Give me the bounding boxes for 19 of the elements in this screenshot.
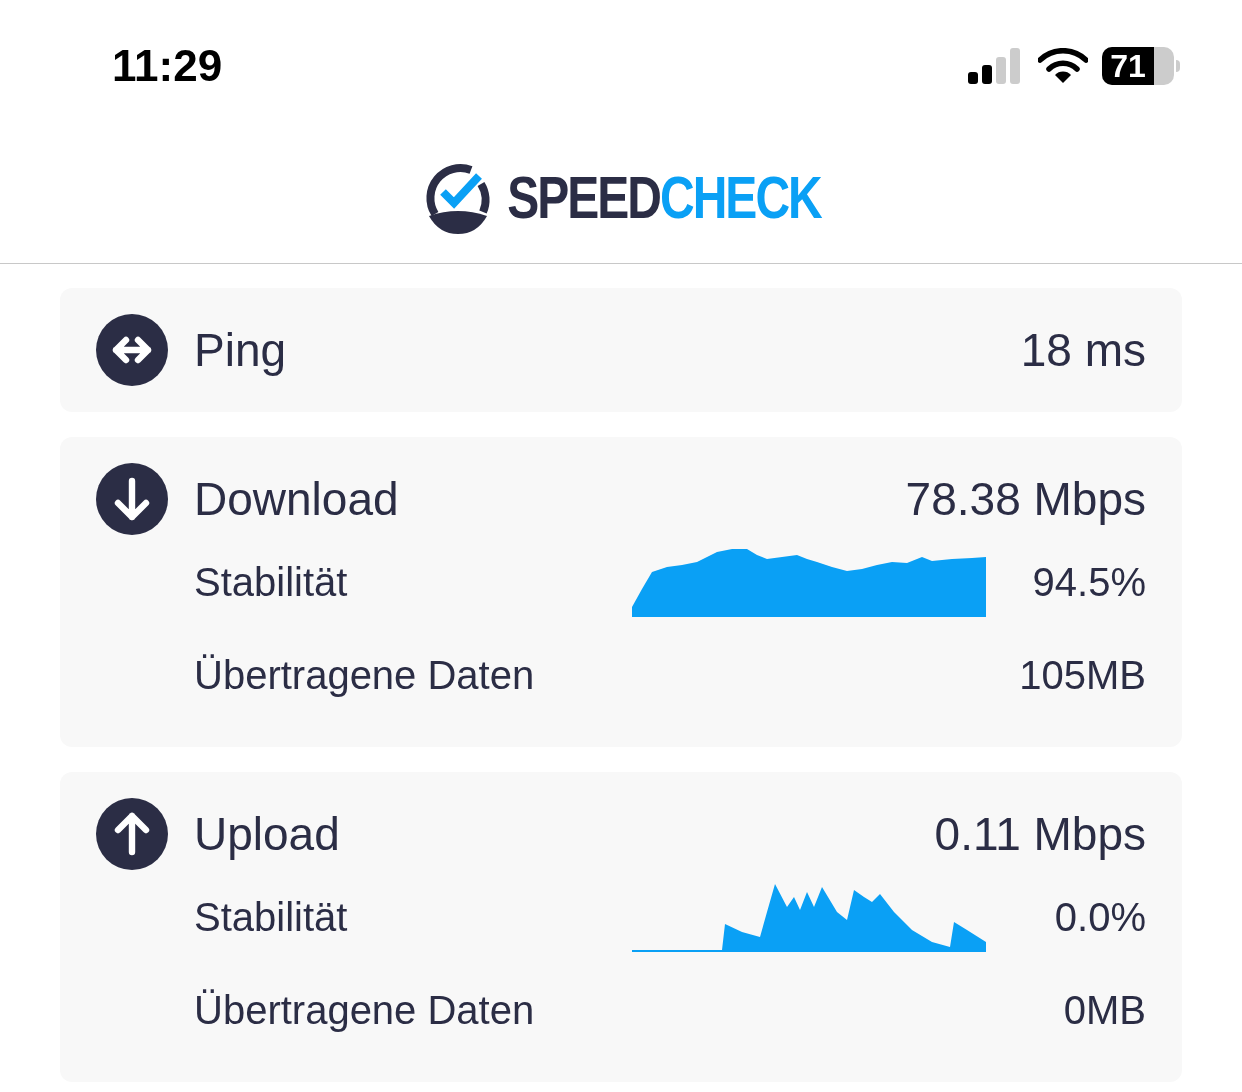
- logo-text: CHECK: [660, 167, 821, 228]
- detail-value: 105MB: [1018, 651, 1146, 699]
- metric-value: 18 ms: [1020, 322, 1146, 378]
- metric-value: 78.38 Mbps: [905, 471, 1146, 527]
- detail-label: Stabilität: [194, 558, 349, 606]
- detail-value: 0MB: [1062, 986, 1146, 1034]
- logo-text: SPEED: [507, 167, 661, 228]
- wifi-icon: [1038, 48, 1088, 84]
- detail-label: Übertragene Daten: [194, 651, 536, 699]
- metric-label: Upload: [194, 806, 341, 862]
- detail-label: Stabilität: [194, 893, 349, 941]
- metric-value: 0.11 Mbps: [934, 806, 1146, 862]
- metric-label: Ping: [194, 322, 288, 378]
- detail-value: 94.5%: [1031, 558, 1146, 606]
- clock-time: 11:29: [112, 40, 223, 92]
- battery-level-text: 71: [1110, 50, 1146, 82]
- detail-value: 0.0%: [1053, 893, 1146, 941]
- detail-label: Übertragene Daten: [194, 986, 536, 1034]
- metric-label: Download: [194, 471, 400, 527]
